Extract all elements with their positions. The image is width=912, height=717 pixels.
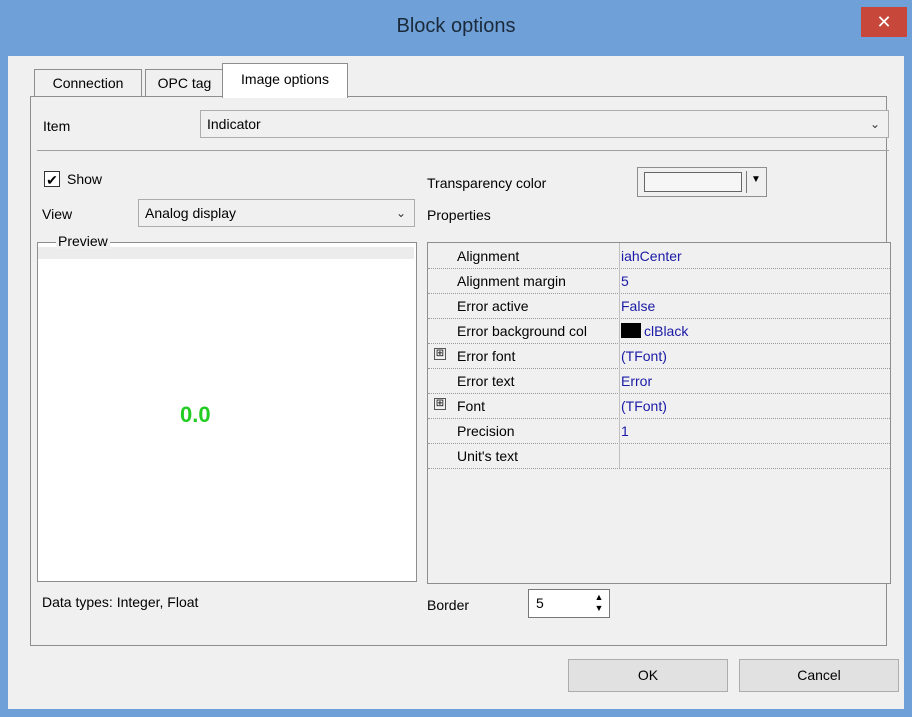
block-options-window: Block options ✕ Connection OPC tag Image… — [0, 0, 912, 717]
property-value[interactable]: 1 — [621, 423, 629, 439]
column-separator — [619, 343, 620, 368]
chevron-down-icon: ⌄ — [869, 117, 880, 131]
column-separator — [619, 318, 620, 343]
transparency-color-label: Transparency color — [427, 175, 547, 191]
property-name: Precision — [457, 423, 515, 439]
show-label: Show — [67, 171, 103, 187]
view-select[interactable]: Analog display ⌄ — [138, 199, 415, 227]
spin-down-icon[interactable]: ▼ — [592, 603, 606, 614]
close-button[interactable]: ✕ — [861, 7, 907, 37]
preview-value: 0.0 — [180, 402, 211, 427]
tab-image-options[interactable]: Image options — [222, 63, 348, 98]
property-row-precision[interactable]: Precision 1 — [428, 418, 890, 444]
property-row-error-font[interactable]: ⊞ Error font (TFont) — [428, 343, 890, 369]
column-separator — [619, 268, 620, 293]
property-value-text: clBlack — [644, 323, 689, 339]
property-name: Alignment margin — [457, 273, 566, 289]
tab-opc-tag[interactable]: OPC tag — [145, 69, 224, 98]
border-value: 5 — [536, 595, 544, 611]
properties-label: Properties — [427, 207, 491, 223]
property-value[interactable]: clBlack — [621, 323, 688, 339]
tab-connection[interactable]: Connection — [34, 69, 142, 98]
border-label: Border — [427, 597, 470, 613]
property-name: Error background col — [457, 323, 587, 339]
title-bar[interactable]: Block options ✕ — [0, 0, 912, 56]
show-checkbox[interactable]: ✔ — [44, 171, 60, 188]
expand-icon[interactable]: ⊞ — [434, 398, 446, 410]
color-swatch — [621, 323, 641, 338]
item-select-value: Indicator — [207, 116, 261, 132]
color-split — [746, 171, 747, 193]
expand-icon[interactable]: ⊞ — [434, 348, 446, 360]
preview-legend: Preview — [56, 233, 110, 249]
property-name: Alignment — [457, 248, 520, 264]
property-row-font[interactable]: ⊞ Font (TFont) — [428, 393, 890, 419]
view-label: View — [42, 206, 73, 222]
property-row-alignment[interactable]: Alignment iahCenter — [428, 243, 890, 269]
window-title: Block options — [396, 15, 516, 37]
dropdown-arrow-icon: ▼ — [751, 174, 761, 185]
property-row-error-background-color[interactable]: Error background col clBlack — [428, 318, 890, 344]
spin-up-icon[interactable]: ▲ — [592, 592, 606, 603]
property-value[interactable]: Error — [621, 373, 652, 389]
column-separator — [619, 368, 620, 393]
property-value[interactable]: False — [621, 298, 655, 314]
divider — [37, 150, 889, 151]
color-swatch — [644, 172, 742, 192]
ok-button[interactable]: OK — [568, 659, 728, 692]
property-row-alignment-margin[interactable]: Alignment margin 5 — [428, 268, 890, 294]
data-types-text: Data types: Integer, Float — [42, 594, 199, 610]
property-name: Error font — [457, 348, 516, 364]
property-value[interactable]: iahCenter — [621, 248, 682, 264]
property-name: Unit's text — [457, 448, 519, 464]
property-value[interactable]: (TFont) — [621, 398, 667, 414]
item-label: Item — [43, 118, 71, 134]
column-separator — [619, 293, 620, 318]
property-grid[interactable]: Alignment iahCenter Alignment margin 5 E… — [427, 242, 891, 584]
column-separator — [619, 393, 620, 418]
item-select[interactable]: Indicator ⌄ — [200, 110, 889, 138]
border-spin-edit[interactable]: 5 ▲ ▼ — [528, 589, 610, 618]
cancel-button[interactable]: Cancel — [739, 659, 899, 692]
chevron-down-icon: ⌄ — [395, 206, 406, 220]
spin-buttons[interactable]: ▲ ▼ — [592, 592, 606, 615]
property-row-error-active[interactable]: Error active False — [428, 293, 890, 319]
property-value[interactable]: 5 — [621, 273, 629, 289]
transparency-color-picker[interactable]: ▼ — [637, 167, 767, 197]
property-name: Font — [457, 398, 486, 414]
property-name: Error text — [457, 373, 515, 389]
preview-groupbox — [37, 242, 417, 582]
property-row-units-text[interactable]: Unit's text — [428, 443, 890, 469]
view-select-value: Analog display — [145, 205, 237, 221]
column-separator — [619, 443, 620, 468]
column-separator — [619, 418, 620, 443]
property-row-error-text[interactable]: Error text Error — [428, 368, 890, 394]
property-name: Error active — [457, 298, 529, 314]
column-separator — [619, 243, 620, 268]
property-value[interactable]: (TFont) — [621, 348, 667, 364]
